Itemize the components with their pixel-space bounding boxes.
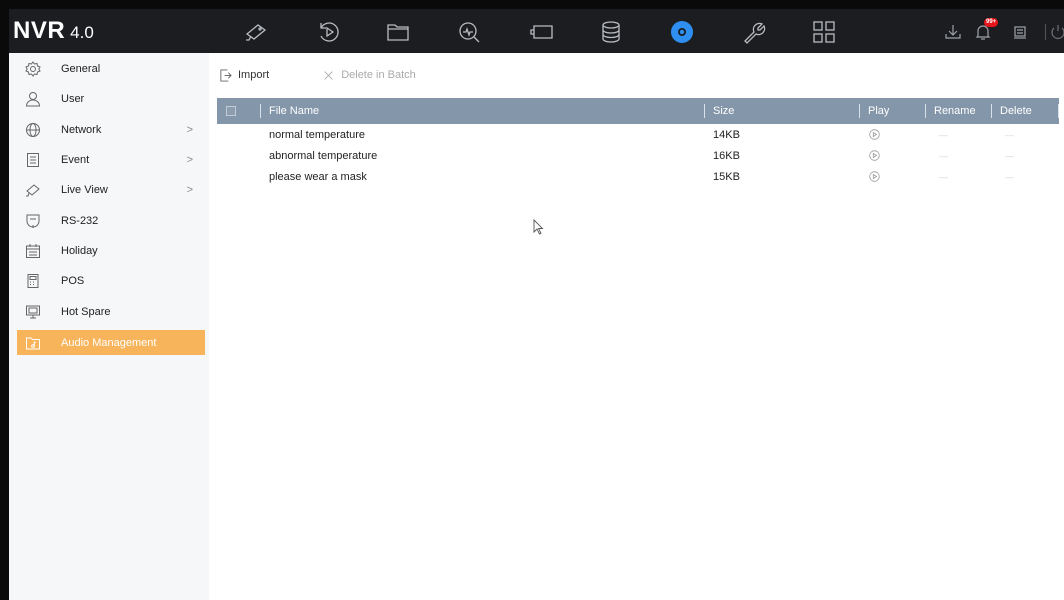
rename-button[interactable]: — xyxy=(939,166,948,187)
sidebar-label-pos: POS xyxy=(61,274,85,287)
sidebar-label-network: Network xyxy=(61,123,102,136)
rename-button[interactable]: — xyxy=(939,145,948,166)
sidebar-label-holiday: Holiday xyxy=(61,244,98,257)
nav-wrench-icon[interactable] xyxy=(740,18,768,46)
sidebar-label-event: Event xyxy=(61,153,90,166)
sidebar-item-general[interactable]: General xyxy=(17,56,205,81)
mouse-pointer-icon xyxy=(533,218,544,238)
settings-sidebar: General User Network > Event > Live View… xyxy=(9,53,209,600)
sidebar-item-rs232[interactable]: RS-232 xyxy=(17,208,205,233)
sidebar-item-audio-management[interactable]: Audio Management xyxy=(17,330,205,355)
table-row[interactable]: please wear a mask 15KB — — xyxy=(217,166,1059,187)
sidebar-label-hot-spare: Hot Spare xyxy=(61,305,111,318)
audio-file-table: File Name Size Play Rename Delete normal… xyxy=(217,98,1059,187)
import-icon xyxy=(218,68,232,82)
download-icon[interactable] xyxy=(943,22,963,42)
lock-icon[interactable] xyxy=(1010,22,1030,42)
app-logo: NVR 4.0 xyxy=(13,17,94,45)
close-icon xyxy=(321,68,335,82)
sidebar-label-general: General xyxy=(61,62,101,75)
sidebar-item-holiday[interactable]: Holiday xyxy=(17,238,205,263)
select-all-checkbox[interactable] xyxy=(226,106,236,116)
general-settings-icon xyxy=(24,60,42,78)
sidebar-item-live-view[interactable]: Live View > xyxy=(17,177,205,202)
play-icon[interactable] xyxy=(869,145,880,166)
sidebar-item-pos[interactable]: POS xyxy=(17,268,205,293)
column-header-delete: Delete xyxy=(991,98,1032,124)
file-name-cell: abnormal temperature xyxy=(269,149,378,162)
nav-playback-icon[interactable] xyxy=(315,18,343,46)
import-button[interactable]: Import xyxy=(218,68,269,82)
play-icon[interactable] xyxy=(869,124,880,145)
toolbar-divider xyxy=(1045,24,1046,40)
nav-database-icon[interactable] xyxy=(597,18,625,46)
file-name-cell: please wear a mask xyxy=(269,170,367,183)
sidebar-item-hot-spare[interactable]: Hot Spare xyxy=(17,299,205,324)
top-navigation-bar: NVR 4.0 99+ xyxy=(9,9,1064,53)
size-cell: 14KB xyxy=(713,128,740,141)
column-header-rename: Rename xyxy=(925,98,976,124)
play-icon[interactable] xyxy=(869,166,880,187)
sidebar-label-rs232: RS-232 xyxy=(61,214,99,227)
camera-icon xyxy=(24,181,42,199)
logo-version: 4.0 xyxy=(70,23,94,42)
nav-search-analysis-icon[interactable] xyxy=(455,18,483,46)
nav-grid-icon[interactable] xyxy=(810,18,838,46)
user-icon xyxy=(24,90,42,108)
sidebar-label-user: User xyxy=(61,92,85,105)
chevron-right-icon: > xyxy=(186,123,193,136)
table-header: File Name Size Play Rename Delete xyxy=(217,98,1059,124)
sidebar-label-live-view: Live View xyxy=(61,183,108,196)
size-cell: 15KB xyxy=(713,170,740,183)
chevron-right-icon: > xyxy=(186,153,193,166)
nav-gear-icon-active[interactable] xyxy=(668,18,696,46)
content-toolbar: Import Delete in Batch xyxy=(218,66,416,84)
column-header-file-name: File Name xyxy=(260,98,319,124)
pos-icon xyxy=(24,272,42,290)
delete-button[interactable]: — xyxy=(1005,166,1014,187)
rs232-icon xyxy=(24,212,42,230)
delete-in-batch-button[interactable]: Delete in Batch xyxy=(321,68,416,82)
column-header-play: Play xyxy=(859,98,889,124)
delete-button[interactable]: — xyxy=(1005,145,1014,166)
calendar-icon xyxy=(24,242,42,260)
globe-icon xyxy=(24,121,42,139)
nav-folder-icon[interactable] xyxy=(384,18,412,46)
alarm-badge: 99+ xyxy=(984,18,999,27)
sidebar-item-user[interactable]: User xyxy=(17,86,205,111)
hot-spare-icon xyxy=(24,303,42,321)
nav-live-view-camera-icon[interactable] xyxy=(242,18,270,46)
sidebar-label-audio-management: Audio Management xyxy=(61,336,157,349)
sidebar-item-event[interactable]: Event > xyxy=(17,147,205,172)
power-icon[interactable] xyxy=(1048,22,1064,42)
audio-file-icon xyxy=(24,334,42,352)
file-name-cell: normal temperature xyxy=(269,128,365,141)
size-cell: 16KB xyxy=(713,149,740,162)
nav-camera-box-icon[interactable] xyxy=(528,18,556,46)
rename-button[interactable]: — xyxy=(939,124,948,145)
delete-in-batch-label: Delete in Batch xyxy=(341,69,416,81)
chevron-right-icon: > xyxy=(186,183,193,196)
table-row[interactable]: normal temperature 14KB — — xyxy=(217,124,1059,145)
event-icon xyxy=(24,151,42,169)
table-row[interactable]: abnormal temperature 16KB — — xyxy=(217,145,1059,166)
sidebar-item-network[interactable]: Network > xyxy=(17,117,205,142)
delete-button[interactable]: — xyxy=(1005,124,1014,145)
import-label: Import xyxy=(238,69,270,81)
logo-text: NVR xyxy=(13,17,66,44)
column-header-size: Size xyxy=(704,98,734,124)
